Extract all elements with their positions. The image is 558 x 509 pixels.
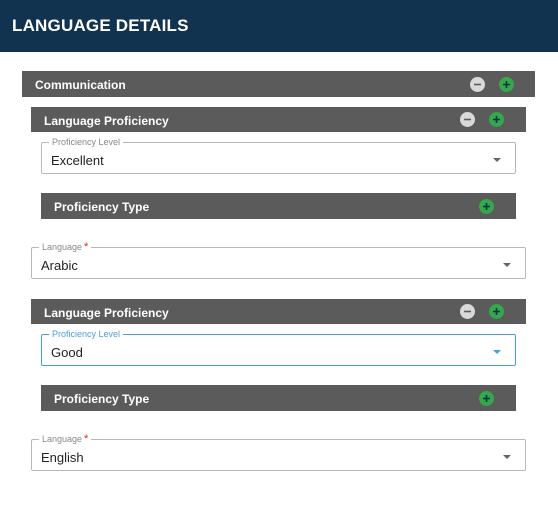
plus-icon [493, 308, 500, 315]
language-label-text: Language [42, 242, 83, 252]
remove-communication-button[interactable] [470, 77, 485, 92]
language-value: Arabic [41, 258, 78, 273]
language-proficiency-header: Language Proficiency [31, 107, 526, 132]
caret-down-icon[interactable] [493, 158, 501, 162]
language-select[interactable]: Language * Arabic [31, 241, 526, 279]
language-select[interactable]: Language * English [31, 433, 526, 471]
plus-icon [483, 203, 490, 210]
page-header: LANGUAGE DETAILS [0, 0, 558, 52]
remove-proficiency-button[interactable] [460, 112, 475, 127]
add-proficiency-type-button[interactable] [479, 391, 494, 406]
minus-icon [464, 310, 471, 313]
caret-down-icon[interactable] [503, 263, 511, 267]
language-value: English [41, 450, 84, 465]
remove-proficiency-button[interactable] [460, 304, 475, 319]
caret-down-icon[interactable] [503, 455, 511, 459]
proficiency-type-header: Proficiency Type [41, 385, 516, 411]
plus-icon [503, 81, 510, 88]
page-title: LANGUAGE DETAILS [12, 16, 189, 35]
proficiency-type-title: Proficiency Type [54, 392, 150, 406]
proficiency-type-title: Proficiency Type [54, 200, 150, 214]
language-proficiency-header: Language Proficiency [31, 299, 526, 324]
communication-title: Communication [35, 78, 126, 92]
language-label: Language * [39, 433, 92, 445]
proficiency-type-header: Proficiency Type [41, 193, 516, 219]
caret-down-icon[interactable] [493, 350, 501, 354]
required-indicator: * [84, 433, 89, 445]
add-communication-button[interactable] [499, 77, 514, 92]
add-proficiency-type-button[interactable] [479, 199, 494, 214]
language-proficiency-title: Language Proficiency [44, 306, 169, 320]
minus-icon [474, 83, 481, 86]
proficiency-level-select[interactable]: Proficiency Level Good [41, 328, 516, 366]
plus-icon [493, 116, 500, 123]
proficiency-level-label: Proficiency Level [49, 328, 124, 340]
language-proficiency-title: Language Proficiency [44, 114, 169, 128]
language-label: Language * [39, 241, 92, 253]
required-indicator: * [84, 241, 89, 253]
proficiency-level-value: Good [51, 345, 83, 360]
add-proficiency-button[interactable] [489, 304, 504, 319]
proficiency-level-label: Proficiency Level [49, 136, 124, 148]
minus-icon [464, 118, 471, 121]
proficiency-level-value: Excellent [51, 153, 104, 168]
proficiency-level-select[interactable]: Proficiency Level Excellent [41, 136, 516, 174]
add-proficiency-button[interactable] [489, 112, 504, 127]
plus-icon [483, 395, 490, 402]
language-label-text: Language [42, 434, 83, 444]
communication-section-header: Communication [22, 71, 535, 97]
